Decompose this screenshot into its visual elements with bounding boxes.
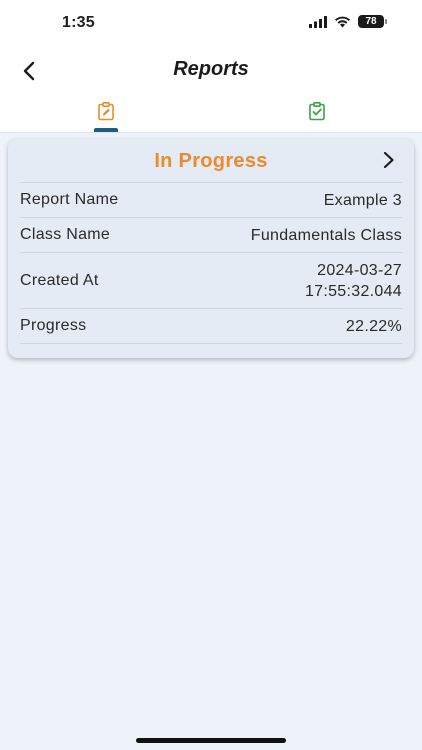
- wifi-icon: [335, 16, 350, 27]
- active-tab-indicator: [94, 128, 118, 132]
- status-bar: 1:35 78: [0, 0, 422, 46]
- status-time: 1:35: [62, 14, 95, 31]
- created-at-time: 17:55:32.044: [304, 282, 402, 300]
- created-at-row: Created At 2024-03-27 17:55:32.044: [20, 253, 402, 309]
- status-icons: 78: [309, 15, 387, 28]
- created-at-label: Created At: [20, 271, 99, 289]
- chevron-right-icon[interactable]: [380, 151, 398, 169]
- signal-icon: [309, 15, 327, 28]
- clipboard-check-icon: [308, 101, 325, 121]
- clipboard-edit-icon: [97, 101, 114, 121]
- battery-level: 78: [365, 16, 377, 27]
- report-status: In Progress: [154, 150, 268, 172]
- card-header: In Progress: [20, 138, 402, 183]
- tab-in-progress[interactable]: [0, 96, 211, 132]
- class-name-label: Class Name: [20, 226, 111, 243]
- progress-row: Progress 22.22%: [20, 309, 402, 344]
- created-at-value: 2024-03-27 17:55:32.044: [305, 260, 402, 302]
- progress-label: Progress: [20, 317, 87, 334]
- created-at-date: 2024-03-27: [317, 261, 402, 279]
- progress-value: 22.22%: [345, 317, 402, 335]
- tab-completed[interactable]: [211, 96, 422, 132]
- class-name-value: Fundamentals Class: [250, 226, 402, 244]
- battery-icon: 78: [358, 15, 387, 28]
- class-name-row: Class Name Fundamentals Class: [20, 218, 402, 253]
- report-card[interactable]: In Progress Report Name Example 3 Class …: [8, 138, 414, 358]
- home-indicator: [136, 738, 286, 743]
- report-name-value: Example 3: [323, 191, 402, 209]
- header: Reports: [0, 46, 422, 96]
- report-name-label: Report Name: [20, 191, 119, 208]
- tab-bar: [0, 96, 422, 133]
- report-name-row: Report Name Example 3: [20, 183, 402, 218]
- page-title: Reports: [173, 58, 249, 80]
